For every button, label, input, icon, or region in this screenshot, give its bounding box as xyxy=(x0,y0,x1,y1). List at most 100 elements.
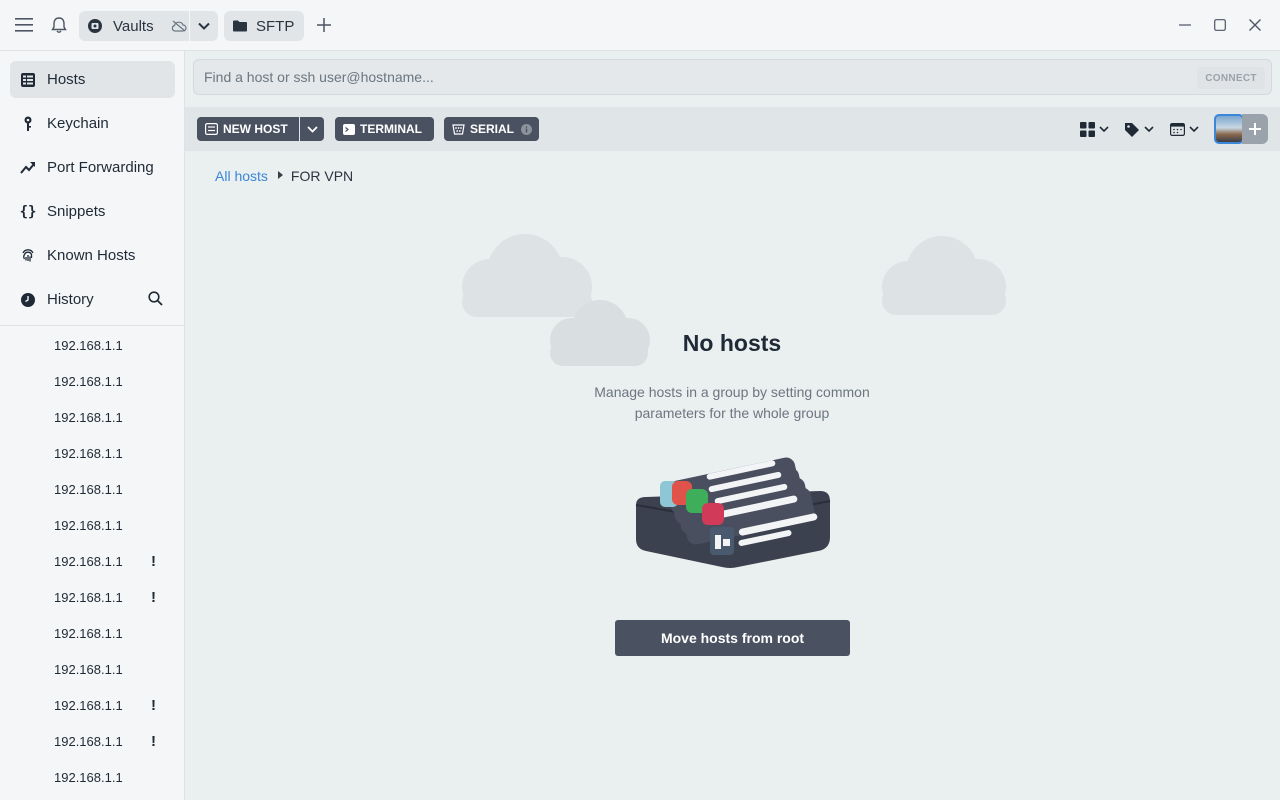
history-item[interactable]: 192.168.1.1 xyxy=(54,623,174,643)
history-item-host: 192.168.1.1 xyxy=(54,661,123,677)
new-host-label: NEW HOST xyxy=(223,122,288,136)
warning-icon: ! xyxy=(151,696,156,714)
terminal-label: TERMINAL xyxy=(360,122,422,136)
history-item[interactable]: 192.168.1.1! xyxy=(54,695,174,715)
sidebar-divider xyxy=(0,325,185,326)
history-item[interactable]: 192.168.1.1 xyxy=(54,659,174,679)
history-item[interactable]: 192.168.1.1 xyxy=(54,443,174,463)
sidebar-item-port-forwarding[interactable]: Port Forwarding xyxy=(10,149,175,186)
chevron-down-icon xyxy=(198,22,210,30)
tab-label: SFTP xyxy=(256,17,295,35)
history-item[interactable]: 192.168.1.1! xyxy=(54,731,174,751)
warning-icon: ! xyxy=(151,732,156,750)
sidebar-item-label: Known Hosts xyxy=(47,247,136,264)
history-item[interactable]: 192.168.1.1 xyxy=(54,335,174,355)
chevron-down-icon xyxy=(306,125,318,133)
caret-right-icon xyxy=(277,171,283,181)
view-mode-button[interactable] xyxy=(1080,119,1109,139)
history-item-host: 192.168.1.1 xyxy=(54,625,123,641)
search-bar: CONNECT xyxy=(193,59,1272,95)
new-tab-plus-icon[interactable] xyxy=(313,14,335,36)
new-host-dropdown-button[interactable] xyxy=(300,117,324,141)
history-item[interactable]: 192.168.1.1 xyxy=(54,767,174,787)
chevron-down-icon xyxy=(1099,125,1109,133)
port-forwarding-icon xyxy=(10,161,46,175)
sidebar-item-label: Hosts xyxy=(47,71,86,88)
clock-icon xyxy=(10,292,46,307)
plus-icon xyxy=(1248,122,1262,136)
fingerprint-icon xyxy=(10,248,46,263)
grid-view-icon xyxy=(1080,121,1095,137)
connect-button[interactable]: CONNECT xyxy=(1197,67,1265,89)
breadcrumb-current: FOR VPN xyxy=(290,168,354,184)
minimize-icon[interactable] xyxy=(1174,14,1196,36)
info-icon xyxy=(521,123,533,135)
history-item[interactable]: 192.168.1.1 xyxy=(54,479,174,499)
history-item[interactable]: 192.168.1.1! xyxy=(54,551,174,571)
serial-label: SERIAL xyxy=(470,122,515,136)
chevron-down-icon xyxy=(1189,125,1199,133)
bell-icon[interactable] xyxy=(48,14,70,36)
title-bar: Vaults SFTP xyxy=(0,0,1280,51)
sidebar-item-label: Port Forwarding xyxy=(47,159,154,176)
hosts-grid-icon xyxy=(10,72,46,87)
sidebar-item-label: Snippets xyxy=(47,203,106,220)
history-item-host: 192.168.1.1 xyxy=(54,517,123,533)
serial-button[interactable]: SERIAL xyxy=(444,117,539,141)
breadcrumb: All hosts FOR VPN xyxy=(215,167,353,185)
sidebar-item-hosts[interactable]: Hosts xyxy=(10,61,175,98)
history-item[interactable]: 192.168.1.1 xyxy=(54,371,174,391)
history-item-host: 192.168.1.1 xyxy=(54,769,123,785)
tags-filter-button[interactable] xyxy=(1124,119,1154,139)
search-input[interactable] xyxy=(204,67,1164,87)
braces-icon: {} xyxy=(19,203,37,220)
history-item-host: 192.168.1.1 xyxy=(54,445,123,461)
hosts-grid-icon xyxy=(205,123,218,135)
sidebar: Hosts Keychain Port Forwarding {} Snippe… xyxy=(0,51,185,800)
history-item[interactable]: 192.168.1.1 xyxy=(54,407,174,427)
history-search-icon[interactable] xyxy=(148,291,164,307)
history-item-host: 192.168.1.1 xyxy=(54,373,123,389)
close-icon[interactable] xyxy=(1244,14,1266,36)
serial-port-icon xyxy=(452,123,465,135)
history-item-host: 192.168.1.1 xyxy=(54,589,123,605)
history-item[interactable]: 192.168.1.1 xyxy=(54,515,174,535)
new-host-button[interactable]: NEW HOST xyxy=(197,117,299,141)
empty-state-title: No hosts xyxy=(682,330,782,356)
history-item-host: 192.168.1.1 xyxy=(54,733,123,749)
maximize-icon[interactable] xyxy=(1209,14,1231,36)
warning-icon: ! xyxy=(151,552,156,570)
vaults-dropdown-button[interactable] xyxy=(190,11,218,41)
sidebar-item-known-hosts[interactable]: Known Hosts xyxy=(10,237,175,274)
sidebar-item-label: History xyxy=(47,291,94,308)
toolbar: NEW HOST TERMINAL SERIAL xyxy=(185,107,1280,151)
history-item[interactable]: 192.168.1.1! xyxy=(54,587,174,607)
avatar[interactable] xyxy=(1214,114,1244,144)
key-icon xyxy=(10,116,46,132)
calendar-icon xyxy=(1170,122,1185,136)
chevron-down-icon xyxy=(1144,125,1154,133)
tag-icon xyxy=(1124,122,1140,137)
history-item-host: 192.168.1.1 xyxy=(54,409,123,425)
sidebar-item-keychain[interactable]: Keychain xyxy=(10,105,175,142)
cloud-off-icon xyxy=(171,20,187,32)
tab-label: Vaults xyxy=(113,17,154,35)
history-item-host: 192.168.1.1 xyxy=(54,553,123,569)
sort-button[interactable] xyxy=(1170,119,1199,139)
empty-state-description: Manage hosts in a group by setting commo… xyxy=(594,384,870,421)
cloud-illustration xyxy=(882,236,1006,315)
tab-vaults[interactable]: Vaults xyxy=(79,11,189,41)
sidebar-item-label: Keychain xyxy=(47,115,109,132)
menu-icon[interactable] xyxy=(13,14,35,36)
breadcrumb-all-hosts-link[interactable]: All hosts xyxy=(215,168,268,184)
hosts-tray-illustration xyxy=(635,457,831,568)
terminal-button[interactable]: TERMINAL xyxy=(335,117,434,141)
warning-icon: ! xyxy=(151,588,156,606)
tab-sftp[interactable]: SFTP xyxy=(224,11,304,41)
terminal-icon xyxy=(343,123,355,135)
history-item-host: 192.168.1.1 xyxy=(54,481,123,497)
sidebar-item-snippets[interactable]: {} Snippets xyxy=(10,193,175,230)
move-hosts-from-root-button[interactable]: Move hosts from root xyxy=(615,620,850,656)
vault-icon xyxy=(87,18,103,34)
add-member-button[interactable] xyxy=(1242,114,1268,144)
